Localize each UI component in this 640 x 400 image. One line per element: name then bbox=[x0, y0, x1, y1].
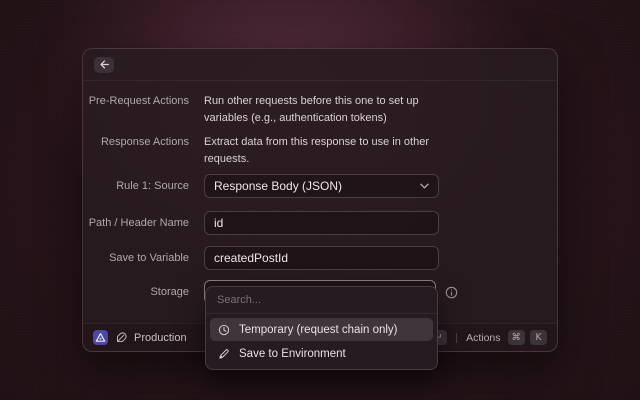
actions-button[interactable]: Actions ⌘ K bbox=[466, 330, 547, 345]
info-icon bbox=[445, 286, 458, 299]
dropdown-search bbox=[206, 287, 437, 314]
pen-icon bbox=[218, 348, 230, 360]
actions-label: Actions bbox=[466, 332, 500, 344]
dropdown-option-label: Save to Environment bbox=[239, 348, 346, 360]
save-to-variable-row: Save to Variable bbox=[83, 246, 557, 270]
response-actions-description: Extract data from this response to use i… bbox=[204, 134, 462, 167]
yaak-logo-icon bbox=[93, 330, 108, 345]
environment-name: Production bbox=[134, 332, 187, 344]
rule-source-label: Rule 1: Source bbox=[83, 180, 189, 192]
response-actions-label: Response Actions bbox=[83, 134, 189, 151]
actions-k-key: K bbox=[530, 330, 547, 345]
settings-form: Pre-Request Actions Run other requests b… bbox=[83, 93, 557, 304]
storage-dropdown-menu: Temporary (request chain only) Save to E… bbox=[205, 286, 438, 370]
rule-source-select[interactable]: Response Body (JSON) bbox=[204, 174, 439, 198]
rule-source-row: Rule 1: Source Response Body (JSON) bbox=[83, 174, 557, 198]
save-to-variable-input[interactable] bbox=[204, 246, 439, 270]
save-to-variable-label: Save to Variable bbox=[83, 252, 189, 264]
actions-cmd-key: ⌘ bbox=[508, 330, 526, 345]
rule-source-value: Response Body (JSON) bbox=[214, 179, 342, 193]
storage-label: Storage bbox=[83, 286, 189, 298]
dropdown-option-save-to-environment[interactable]: Save to Environment bbox=[210, 342, 433, 365]
clock-icon bbox=[218, 324, 230, 336]
app-window: Pre-Request Actions Run other requests b… bbox=[0, 0, 640, 400]
path-header-name-label: Path / Header Name bbox=[83, 217, 189, 229]
environment-selector[interactable]: Production bbox=[93, 330, 187, 345]
arrow-left-icon bbox=[99, 59, 110, 70]
dropdown-option-temporary[interactable]: Temporary (request chain only) bbox=[210, 318, 433, 341]
path-header-name-input[interactable] bbox=[204, 211, 439, 235]
storage-info-button[interactable] bbox=[444, 285, 459, 300]
modal-header bbox=[83, 49, 557, 81]
chevron-down-icon bbox=[420, 183, 429, 189]
dropdown-options: Temporary (request chain only) Save to E… bbox=[206, 314, 437, 369]
pre-request-actions-description: Run other requests before this one to se… bbox=[204, 93, 462, 126]
dropdown-option-label: Temporary (request chain only) bbox=[239, 324, 398, 336]
back-button[interactable] bbox=[94, 57, 114, 73]
footer-divider bbox=[456, 333, 457, 343]
feather-icon bbox=[115, 332, 127, 344]
pre-request-actions-row: Pre-Request Actions Run other requests b… bbox=[83, 93, 557, 126]
path-header-name-row: Path / Header Name bbox=[83, 211, 557, 235]
pre-request-actions-label: Pre-Request Actions bbox=[83, 93, 189, 110]
dropdown-search-input[interactable] bbox=[206, 287, 437, 313]
response-actions-row: Response Actions Extract data from this … bbox=[83, 134, 557, 167]
